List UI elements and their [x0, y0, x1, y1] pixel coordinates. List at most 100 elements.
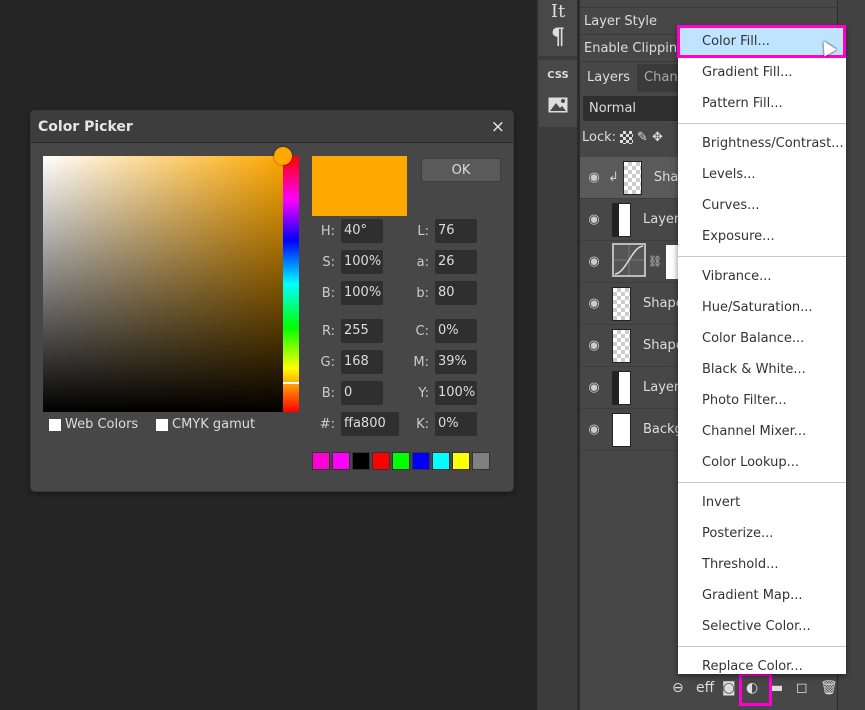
lab-l-input[interactable]: 76: [435, 219, 477, 243]
black-key-input[interactable]: 0%: [435, 412, 477, 436]
yellow-field: Y: 100%: [411, 381, 477, 405]
menu-row-partial: [580, 0, 836, 8]
lab-b-input[interactable]: 80: [435, 281, 477, 305]
eye-icon[interactable]: ◉: [580, 296, 608, 311]
magenta-field: M: 39%: [411, 350, 477, 374]
magenta-input[interactable]: 39%: [435, 350, 477, 374]
lock-paint-icon[interactable]: ✎: [637, 130, 648, 145]
menu-item[interactable]: Photo Filter...: [678, 385, 846, 416]
layer-thumbnail: [612, 202, 631, 237]
web-colors-checkbox[interactable]: Web Colors: [49, 417, 138, 432]
layer-name: Layer: [643, 380, 680, 395]
green-field: G: 168: [317, 350, 383, 374]
menu-separator: [678, 646, 846, 647]
color-swatch[interactable]: [332, 452, 350, 470]
blue-input[interactable]: 0: [341, 381, 383, 405]
lock-transparency-icon[interactable]: [620, 131, 634, 144]
eye-icon[interactable]: ◉: [580, 170, 608, 185]
ok-button[interactable]: OK: [421, 158, 501, 182]
menu-item[interactable]: Color Lookup...: [678, 447, 846, 478]
color-swatch[interactable]: [412, 452, 430, 470]
hex-input[interactable]: ffa800: [341, 412, 399, 436]
menu-item[interactable]: Color Balance...: [678, 323, 846, 354]
layer-thumbnail: [612, 286, 631, 321]
lock-label: Lock:: [582, 130, 617, 145]
menu-item[interactable]: Invert: [678, 487, 846, 518]
dialog-titlebar[interactable]: Color Picker ×: [31, 111, 513, 143]
hue-input[interactable]: 40°: [341, 219, 383, 243]
menu-item[interactable]: Replace Color...: [678, 651, 846, 682]
cmyk-gamut-checkbox[interactable]: CMYK gamut: [156, 417, 255, 432]
misc-tools-group: CSS: [539, 60, 577, 127]
brightness-input[interactable]: 100%: [341, 281, 383, 305]
web-colors-label: Web Colors: [65, 417, 139, 432]
menu-item[interactable]: Vibrance...: [678, 261, 846, 292]
menu-item[interactable]: Exposure...: [678, 221, 846, 252]
color-swatch[interactable]: [392, 452, 410, 470]
close-icon[interactable]: ×: [491, 117, 505, 137]
color-swatch[interactable]: [312, 452, 330, 470]
blend-mode-select[interactable]: Normal: [583, 96, 693, 121]
menu-item[interactable]: Brightness/Contrast...: [678, 128, 846, 159]
saturation-input[interactable]: 100%: [341, 250, 383, 274]
paragraph-icon[interactable]: ¶: [539, 22, 577, 52]
checkbox-box[interactable]: [49, 418, 61, 431]
eye-icon[interactable]: ◉: [580, 254, 608, 269]
lab-a-field: a: 26: [411, 250, 477, 274]
eye-icon[interactable]: ◉: [580, 380, 608, 395]
menu-item[interactable]: Curves...: [678, 190, 846, 221]
checkbox-box[interactable]: [156, 418, 168, 431]
eye-icon[interactable]: ◉: [580, 422, 608, 437]
lab-a-input[interactable]: 26: [435, 250, 477, 274]
color-swatch[interactable]: [472, 452, 490, 470]
layer-thumbnail: [612, 328, 631, 363]
menu-item[interactable]: Hue/Saturation...: [678, 292, 846, 323]
hue-slider-marker[interactable]: [283, 382, 299, 384]
eye-icon[interactable]: ◉: [580, 212, 608, 227]
color-swatch[interactable]: [452, 452, 470, 470]
color-handle[interactable]: [274, 147, 292, 165]
cyan-input[interactable]: 0%: [435, 319, 477, 343]
mask-icon[interactable]: ◙: [722, 680, 736, 696]
layer-thumbnail: [622, 160, 642, 195]
color-picker-dialog: Color Picker × OK H: 40° S: 100% B: 100%…: [31, 111, 513, 491]
menu-separator: [678, 482, 846, 483]
dialog-title: Color Picker: [38, 118, 133, 135]
hue-slider[interactable]: [283, 156, 299, 412]
color-swatch[interactable]: [432, 452, 450, 470]
lock-move-icon[interactable]: ✥: [652, 130, 663, 145]
menu-item[interactable]: Black & White...: [678, 354, 846, 385]
tab-layers[interactable]: Layers: [580, 64, 638, 92]
yellow-input[interactable]: 100%: [435, 381, 477, 405]
menu-separator: [678, 256, 846, 257]
swatch-row: [312, 452, 490, 470]
image-icon[interactable]: [539, 90, 577, 120]
black-key-field: K: 0%: [411, 412, 477, 436]
link-icon[interactable]: ⊖: [672, 680, 684, 696]
menu-item[interactable]: Threshold...: [678, 549, 846, 580]
red-input[interactable]: 255: [341, 319, 383, 343]
adjustment-menu: Color Fill... Gradient Fill... Pattern Fil…: [678, 26, 846, 674]
saturation-brightness-field[interactable]: [43, 156, 283, 412]
css-icon[interactable]: CSS: [539, 60, 577, 90]
trash-icon[interactable]: 🗑: [820, 680, 838, 696]
text-tools-group: It ¶: [539, 0, 577, 56]
menu-item[interactable]: Gradient Fill...: [678, 57, 846, 88]
menu-item[interactable]: Selective Color...: [678, 611, 846, 642]
menu-item[interactable]: Channel Mixer...: [678, 416, 846, 447]
menu-item[interactable]: Posterize...: [678, 518, 846, 549]
menu-item[interactable]: Pattern Fill...: [678, 88, 846, 119]
green-input[interactable]: 168: [341, 350, 383, 374]
red-field: R: 255: [317, 319, 383, 343]
menu-item[interactable]: Levels...: [678, 159, 846, 190]
menu-item[interactable]: Gradient Map...: [678, 580, 846, 611]
layer-thumbnail: [612, 412, 631, 447]
color-swatch[interactable]: [352, 452, 370, 470]
new-layer-icon[interactable]: ◻: [796, 680, 808, 696]
effects-icon[interactable]: eff: [696, 680, 714, 696]
chain-link-icon[interactable]: ⛓: [648, 255, 662, 268]
eye-icon[interactable]: ◉: [580, 338, 608, 353]
color-swatch[interactable]: [372, 452, 390, 470]
menu-separator: [678, 123, 846, 124]
type-icon[interactable]: It: [539, 0, 577, 22]
